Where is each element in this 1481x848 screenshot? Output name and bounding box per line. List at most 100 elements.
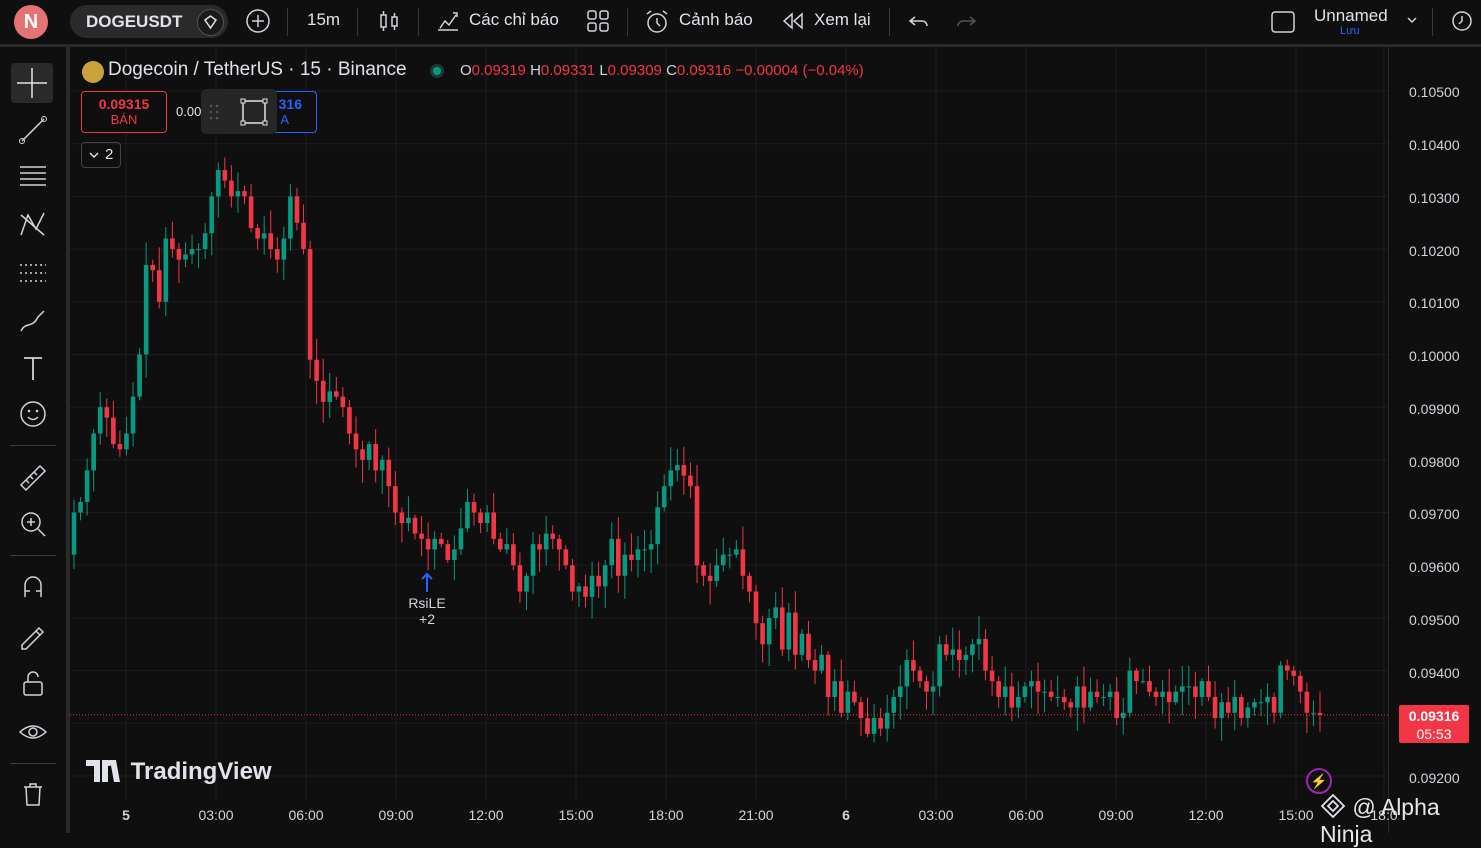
candle-style-icon[interactable] [377, 8, 401, 39]
time-tick-label: 09:00 [378, 807, 414, 823]
indicators-button[interactable]: Các chỉ báo [469, 10, 559, 30]
candle [668, 470, 674, 487]
indicators-icon[interactable] [435, 8, 461, 39]
price-tick-label: 0.09800 [1409, 454, 1460, 470]
save-status[interactable]: Lưu [1340, 25, 1360, 37]
candle [1186, 686, 1192, 688]
candle [1199, 681, 1205, 697]
candle [366, 444, 372, 460]
chart-title[interactable]: Dogecoin / TetherUS · 15 · Binance [108, 59, 407, 81]
rectangle-select-icon[interactable] [239, 97, 269, 132]
diamond-icon[interactable] [197, 9, 224, 36]
sell-button[interactable]: 0.09315 BÁN [81, 91, 167, 133]
floating-drawing-toolbar[interactable] [201, 89, 277, 134]
candle [1134, 670, 1139, 682]
candle [406, 517, 411, 524]
candle [1252, 702, 1257, 708]
forecast-icon[interactable] [16, 255, 50, 289]
user-avatar[interactable]: N [14, 5, 48, 39]
candle [556, 538, 562, 550]
alarm-clock-icon[interactable] [643, 8, 671, 41]
candle [681, 465, 687, 476]
candle [891, 696, 897, 713]
candle [340, 396, 346, 408]
candle [1035, 681, 1041, 692]
undo-icon[interactable] [906, 8, 932, 39]
candle [714, 565, 719, 582]
top-toolbar: N DOGEUSDT 15m Các chỉ báo Cảnh báo Xem … [0, 0, 1481, 47]
arrow-up-icon [421, 572, 433, 592]
candle [137, 354, 142, 397]
templates-grid-icon[interactable] [585, 8, 611, 39]
unlock-icon[interactable] [16, 667, 50, 701]
candle [294, 196, 300, 223]
strategy-signal[interactable]: RsiLE +2 [402, 572, 452, 627]
layout-square-icon[interactable] [1270, 10, 1296, 39]
candle [176, 249, 182, 260]
price-change: −0.00004 (−0.04%) [735, 62, 864, 79]
drag-handle-icon[interactable] [209, 103, 219, 126]
candle [360, 449, 365, 460]
symbol-search-button[interactable]: DOGEUSDT [70, 5, 228, 38]
candle [1075, 686, 1080, 708]
binance-square-icon [1320, 793, 1346, 819]
lightning-icon[interactable]: ⚡ [1306, 768, 1332, 794]
candle [740, 549, 746, 576]
candle [517, 565, 523, 592]
candle [386, 459, 392, 487]
last-price: 0.09316 [1408, 708, 1460, 724]
replay-button[interactable]: Xem lại [814, 10, 871, 30]
candle [1206, 681, 1211, 697]
lock-drawing-pencil-icon[interactable] [16, 619, 50, 653]
price-tick-label: 0.09500 [1409, 612, 1460, 628]
trash-icon[interactable] [16, 777, 50, 811]
fib-retracement-icon[interactable] [16, 159, 50, 193]
pattern-icon[interactable] [16, 207, 50, 241]
candle [950, 649, 956, 655]
candle [334, 391, 339, 397]
candle [989, 670, 995, 682]
collapse-indicators-button[interactable]: 2 [81, 142, 121, 168]
candle [530, 544, 536, 576]
candle [760, 623, 765, 645]
eye-icon[interactable] [16, 715, 50, 749]
quick-search-icon[interactable] [1448, 8, 1474, 39]
crosshair-icon[interactable] [11, 63, 53, 103]
candle [825, 654, 831, 697]
candle [543, 533, 549, 550]
emoji-icon[interactable] [16, 397, 50, 431]
price-tick-label: 0.10100 [1409, 295, 1460, 311]
brush-icon[interactable] [16, 303, 50, 337]
candle [399, 512, 405, 524]
time-tick-label: 09:00 [1098, 807, 1134, 823]
interval-button[interactable]: 15m [307, 10, 340, 30]
market-status-icon[interactable] [430, 64, 444, 78]
text-icon[interactable] [16, 351, 50, 385]
candle [478, 512, 483, 524]
candle [255, 228, 260, 239]
redo-icon[interactable] [953, 8, 979, 39]
candlestick-chart[interactable] [70, 47, 1388, 800]
layout-name[interactable]: Unnamed [1314, 6, 1388, 26]
candle [202, 233, 208, 250]
candle [1140, 681, 1146, 683]
candle [838, 681, 844, 713]
chevron-down-icon[interactable] [1404, 12, 1420, 33]
candle [314, 359, 319, 381]
zoom-in-icon[interactable] [16, 507, 50, 541]
magnet-icon[interactable] [16, 571, 50, 605]
candle [871, 718, 877, 734]
replay-rewind-icon[interactable] [780, 8, 806, 39]
dogecoin-logo-icon [82, 61, 104, 83]
trend-line-icon[interactable] [16, 113, 50, 147]
candle [963, 654, 969, 661]
add-symbol-icon[interactable] [245, 8, 271, 39]
ruler-icon[interactable] [16, 461, 50, 495]
alerts-button[interactable]: Cảnh báo [679, 10, 753, 30]
candle [261, 233, 267, 239]
candle [648, 544, 654, 550]
candle [897, 686, 903, 697]
candle [189, 249, 195, 255]
tradingview-logo[interactable]: TradingView [86, 758, 272, 786]
candle [1094, 691, 1100, 697]
